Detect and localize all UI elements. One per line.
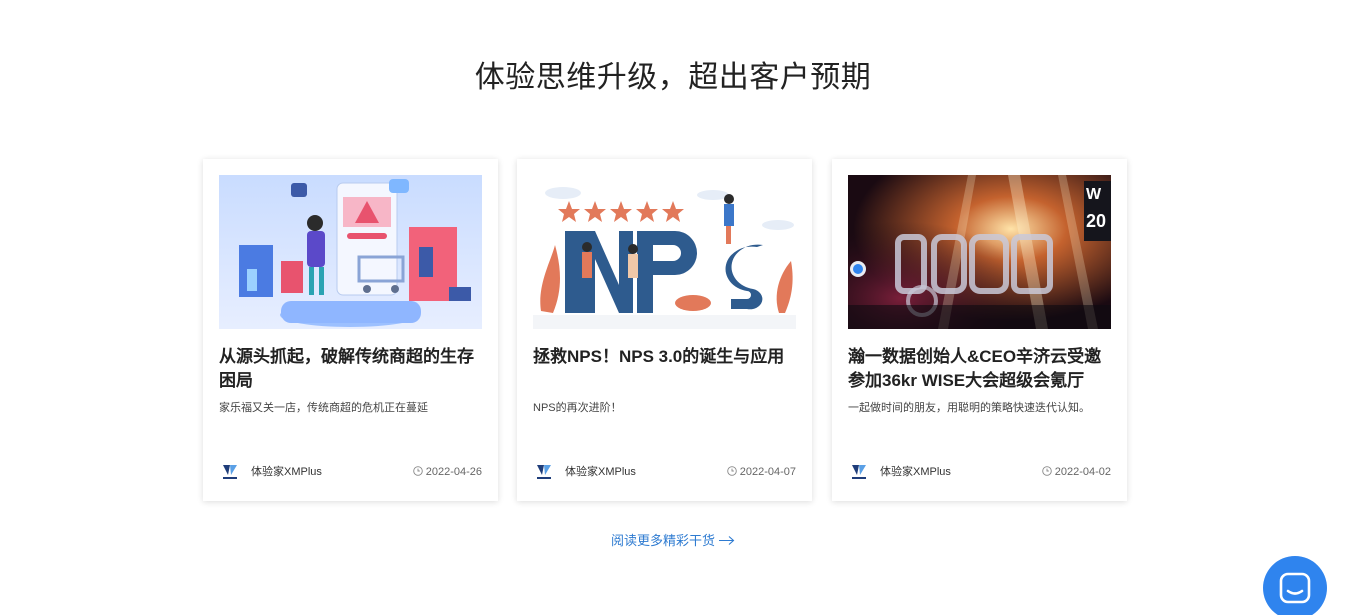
read-more-link[interactable]: 阅读更多精彩干货 bbox=[0, 532, 1346, 550]
clock-icon bbox=[726, 466, 737, 476]
chat-button[interactable] bbox=[1263, 556, 1327, 615]
section-title: 体验思维升级，超出客户预期 bbox=[474, 61, 872, 94]
svg-text:20: 20 bbox=[1086, 211, 1106, 231]
publish-date-group: 2022-04-26 bbox=[412, 465, 482, 479]
shopping-illustration bbox=[219, 175, 482, 329]
article-summary: NPS的再次进阶！ bbox=[533, 402, 622, 414]
xmplus-logo-icon bbox=[533, 461, 555, 483]
stage-photo: W 20 bbox=[848, 175, 1111, 329]
author-name: 体验家XMPlus bbox=[251, 466, 322, 478]
article-meta: 体验家XMPlus 2022-04-07 bbox=[533, 461, 796, 483]
article-title[interactable]: 瀚一数据创始人&CEO辛济云受邀参加36kr WISE大会超级会氪厅 bbox=[848, 345, 1111, 393]
article-card[interactable]: W 20 瀚一数据创始人&CEO辛济云受邀参加36kr WISE大会超级会氪厅 … bbox=[832, 159, 1127, 501]
page: 体验思维升级，超出客户预期 从源头抓起，破解传统商超的生存困局 家乐福又关一店，… bbox=[0, 0, 1346, 615]
xmplus-logo-icon bbox=[848, 461, 870, 483]
arrow-right-icon bbox=[719, 536, 735, 545]
article-thumbnail[interactable] bbox=[219, 175, 482, 329]
author-name: 体验家XMPlus bbox=[565, 466, 636, 478]
article-meta: 体验家XMPlus 2022-04-26 bbox=[219, 461, 482, 483]
article-meta: 体验家XMPlus 2022-04-02 bbox=[848, 461, 1111, 483]
publish-date-group: 2022-04-07 bbox=[726, 465, 796, 479]
article-card[interactable]: 拯救NPS！NPS 3.0的诞生与应用 NPS的再次进阶！ 体验家XMPlus … bbox=[517, 159, 812, 501]
publish-date: 2022-04-02 bbox=[1054, 466, 1111, 478]
clock-icon bbox=[412, 466, 423, 476]
clock-icon bbox=[1041, 466, 1052, 476]
read-more-label: 阅读更多精彩干货 bbox=[610, 533, 715, 548]
article-title[interactable]: 拯救NPS！NPS 3.0的诞生与应用 bbox=[533, 345, 796, 369]
publish-date-group: 2022-04-02 bbox=[1041, 465, 1111, 479]
xmplus-logo-icon bbox=[219, 461, 241, 483]
svg-text:W: W bbox=[1086, 186, 1102, 203]
article-thumbnail[interactable]: W 20 bbox=[848, 175, 1111, 329]
article-summary: 一起做时间的朋友，用聪明的策略快速迭代认知。 bbox=[848, 402, 1090, 414]
article-thumbnail[interactable] bbox=[533, 175, 796, 329]
article-card[interactable]: 从源头抓起，破解传统商超的生存困局 家乐福又关一店，传统商超的危机正在蔓延 体验… bbox=[203, 159, 498, 501]
publish-date: 2022-04-07 bbox=[739, 466, 796, 478]
chat-icon bbox=[1279, 572, 1311, 604]
author-name: 体验家XMPlus bbox=[880, 466, 951, 478]
nps-illustration bbox=[533, 175, 796, 329]
article-summary: 家乐福又关一店，传统商超的危机正在蔓延 bbox=[219, 402, 428, 414]
article-title[interactable]: 从源头抓起，破解传统商超的生存困局 bbox=[219, 345, 482, 393]
publish-date: 2022-04-26 bbox=[425, 466, 482, 478]
